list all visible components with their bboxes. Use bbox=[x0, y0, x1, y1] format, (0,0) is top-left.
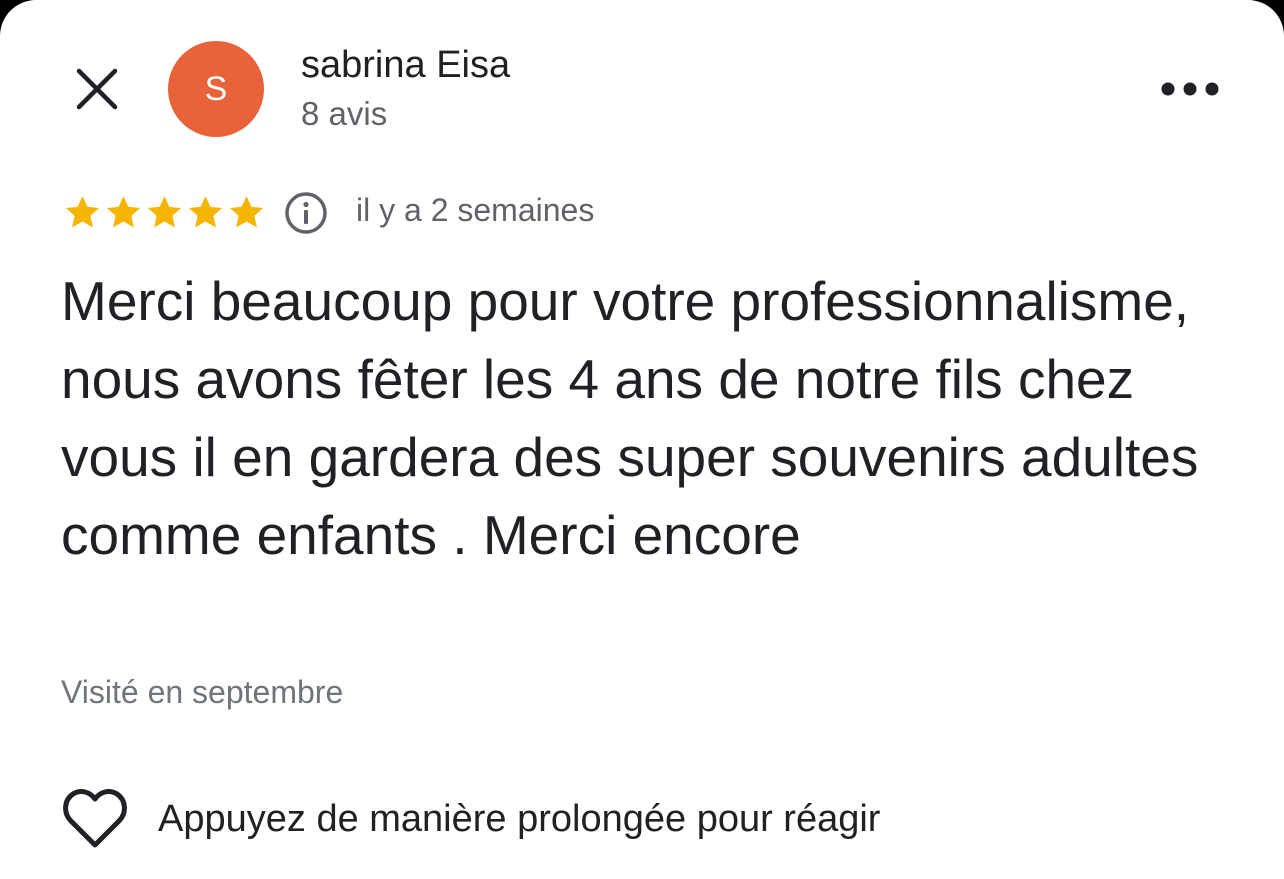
review-count: 8 avis bbox=[301, 95, 388, 132]
react-label: Appuyez de manière prolongée pour réagir bbox=[158, 797, 881, 840]
review-text: Merci beaucoup pour votre professionnali… bbox=[61, 270, 1199, 566]
star-icon bbox=[147, 195, 182, 227]
review-date: il y a 2 semaines bbox=[356, 192, 595, 228]
star-icon bbox=[106, 195, 141, 227]
heart-icon bbox=[63, 789, 127, 848]
more-horizontal-icon bbox=[1161, 82, 1219, 96]
close-icon bbox=[76, 68, 118, 110]
author-name[interactable]: sabrina Eisa bbox=[301, 44, 510, 87]
more-options-button[interactable] bbox=[1150, 66, 1230, 112]
star-icon bbox=[188, 195, 223, 227]
avatar[interactable]: S bbox=[168, 41, 264, 137]
star-rating bbox=[62, 190, 267, 234]
star-icon bbox=[65, 195, 100, 227]
react-button[interactable]: Appuyez de manière prolongée pour réagir bbox=[62, 784, 880, 854]
avatar-initial: S bbox=[204, 69, 228, 108]
visit-date: Visité en septembre bbox=[61, 674, 344, 710]
review-card: S sabrina Eisa 8 avis il y a 2 semaines … bbox=[0, 0, 1284, 879]
info-button[interactable] bbox=[283, 190, 329, 236]
star-icon bbox=[229, 195, 264, 227]
info-icon bbox=[285, 192, 327, 234]
close-button[interactable] bbox=[66, 58, 128, 120]
